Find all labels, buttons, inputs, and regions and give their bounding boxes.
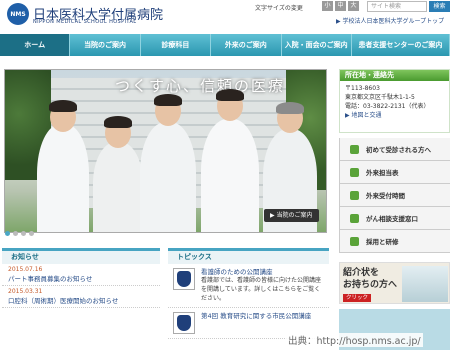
nurse-figure bbox=[93, 116, 143, 232]
slide-indicators bbox=[5, 231, 34, 236]
font-size-large-button[interactable]: 大 bbox=[348, 1, 359, 11]
font-size-medium-button[interactable]: 中 bbox=[335, 1, 346, 11]
nav-item-home[interactable]: ホーム bbox=[0, 34, 71, 56]
emblem-icon bbox=[173, 312, 195, 334]
banner-line2: お持ちの方へ bbox=[343, 280, 398, 290]
news-heading: お知らせ bbox=[2, 248, 160, 264]
news-date: 2015.03.31 bbox=[8, 288, 43, 295]
side-item-label: 初めて受診される方へ bbox=[366, 146, 431, 154]
map-link-label: 地図と交通 bbox=[351, 112, 382, 119]
side-item-label: 採用と研修 bbox=[366, 238, 399, 246]
access-heading: 所在地・連絡先 bbox=[340, 70, 449, 81]
side-item-first-visit[interactable]: 初めて受診される方へ bbox=[339, 138, 450, 161]
banner-click-button[interactable]: クリック bbox=[343, 294, 371, 302]
slide-dot[interactable] bbox=[29, 231, 34, 236]
referral-banner[interactable]: 紹介状をお持ちの方へ クリック bbox=[339, 262, 450, 304]
people-icon bbox=[350, 236, 359, 246]
search-input[interactable]: サイト検索 bbox=[367, 1, 427, 12]
address: 東京都文京区千駄木1-1-5 bbox=[345, 94, 415, 101]
banner-image bbox=[402, 266, 448, 302]
source-credit: 出典：http://hosp.nms.ac.jp/ bbox=[286, 333, 423, 347]
clock-icon bbox=[350, 190, 359, 200]
nav-item-outpatient[interactable]: 外来のご案内 bbox=[211, 34, 282, 56]
header: NMS 日本医科大学付属病院 NIPPON MEDICAL SCHOOL HOS… bbox=[0, 0, 450, 33]
slide-dot[interactable] bbox=[21, 231, 26, 236]
side-item-schedule[interactable]: 外来担当表 bbox=[339, 161, 450, 184]
doctor-figure bbox=[201, 89, 259, 232]
banner-line1: 紹介状を bbox=[343, 268, 380, 278]
group-top-link-label: 学校法人日本医科大学グループトップ bbox=[342, 18, 445, 25]
nav-item-about[interactable]: 当院のご案内 bbox=[70, 34, 141, 56]
postal-code: 〒113-8603 bbox=[345, 85, 380, 92]
topic-description: 看護部では、看護師の皆様に向けた公開講座を開講しています。詳しくはこちらをご覧く… bbox=[201, 277, 322, 302]
doctor-icon bbox=[350, 167, 359, 177]
font-size-label: 文字サイズの変更 bbox=[255, 5, 303, 12]
side-item-recruitment[interactable]: 採用と研修 bbox=[339, 230, 450, 253]
access-panel: 所在地・連絡先 〒113-8603 東京都文京区千駄木1-1-5 電話：03-3… bbox=[339, 69, 450, 133]
slide-dot[interactable] bbox=[13, 231, 18, 236]
map-link[interactable]: ▶ 地図と交通 bbox=[345, 111, 444, 120]
side-item-label: 外来担当表 bbox=[366, 169, 399, 177]
news-section: お知らせ 2015.07.16 パート事務員募集のお知らせ 2015.03.31… bbox=[2, 248, 160, 350]
search-button[interactable]: 検索 bbox=[429, 1, 450, 12]
side-item-reception-hours[interactable]: 外来受付時間 bbox=[339, 184, 450, 207]
list-item[interactable]: 看護師のための公開講座 看護部では、看護師の皆様に向けた公開講座を開講しています… bbox=[168, 264, 329, 308]
logo-subtitle: NIPPON MEDICAL SCHOOL HOSPITAL bbox=[33, 19, 137, 25]
side-item-cancer-consultation[interactable]: がん相談支援窓口 bbox=[339, 207, 450, 230]
nav-item-inpatient[interactable]: 入院・面会のご案内 bbox=[282, 34, 352, 56]
phone-number: 電話：03-3822-2131（代表） bbox=[345, 103, 430, 110]
topic-link[interactable]: 第4回 教育研究に関する市民公開講座 bbox=[201, 312, 311, 320]
nav-item-patient-support[interactable]: 患者支援センターのご案内 bbox=[352, 34, 450, 56]
news-link[interactable]: 口腔科（周術期）医療開始のお知らせ bbox=[8, 295, 154, 305]
doctor-figure bbox=[37, 100, 89, 232]
nav-item-departments[interactable]: 診療科目 bbox=[141, 34, 212, 56]
news-date: 2015.07.16 bbox=[8, 266, 43, 273]
emblem-icon bbox=[173, 268, 195, 290]
checkmark-icon bbox=[350, 144, 359, 154]
group-top-link[interactable]: ▶ 学校法人日本医科大学グループトップ bbox=[336, 16, 444, 25]
list-item[interactable]: 2015.03.31 口腔科（周術期）医療開始のお知らせ bbox=[2, 286, 160, 308]
hero-about-button-label: 当院のご案内 bbox=[276, 212, 313, 219]
doctor-figure bbox=[140, 94, 196, 232]
topics-heading: トピックス bbox=[168, 248, 329, 264]
hospital-logo-icon[interactable]: NMS bbox=[7, 3, 29, 25]
news-link[interactable]: パート事務員募集のお知らせ bbox=[8, 273, 154, 283]
hero-about-button[interactable]: ▶ 当院のご案内 bbox=[264, 209, 319, 222]
slide-dot-active[interactable] bbox=[5, 231, 10, 236]
font-size-small-button[interactable]: 小 bbox=[322, 1, 333, 11]
side-item-label: 外来受付時間 bbox=[366, 192, 405, 200]
topic-link[interactable]: 看護師のための公開講座 bbox=[201, 268, 324, 276]
side-item-label: がん相談支援窓口 bbox=[366, 215, 418, 223]
side-menu: 初めて受診される方へ 外来担当表 外来受付時間 がん相談支援窓口 採用と研修 bbox=[339, 138, 450, 253]
global-nav: ホーム 当院のご案内 診療科目 外来のご案内 入院・面会のご案内 患者支援センタ… bbox=[0, 34, 450, 56]
ribbon-icon bbox=[350, 213, 359, 223]
hero-title: つくす心、信頼の医療 bbox=[115, 77, 286, 95]
banner-text: 紹介状をお持ちの方へ bbox=[343, 267, 397, 291]
list-item[interactable]: 2015.07.16 パート事務員募集のお知らせ bbox=[2, 264, 160, 286]
